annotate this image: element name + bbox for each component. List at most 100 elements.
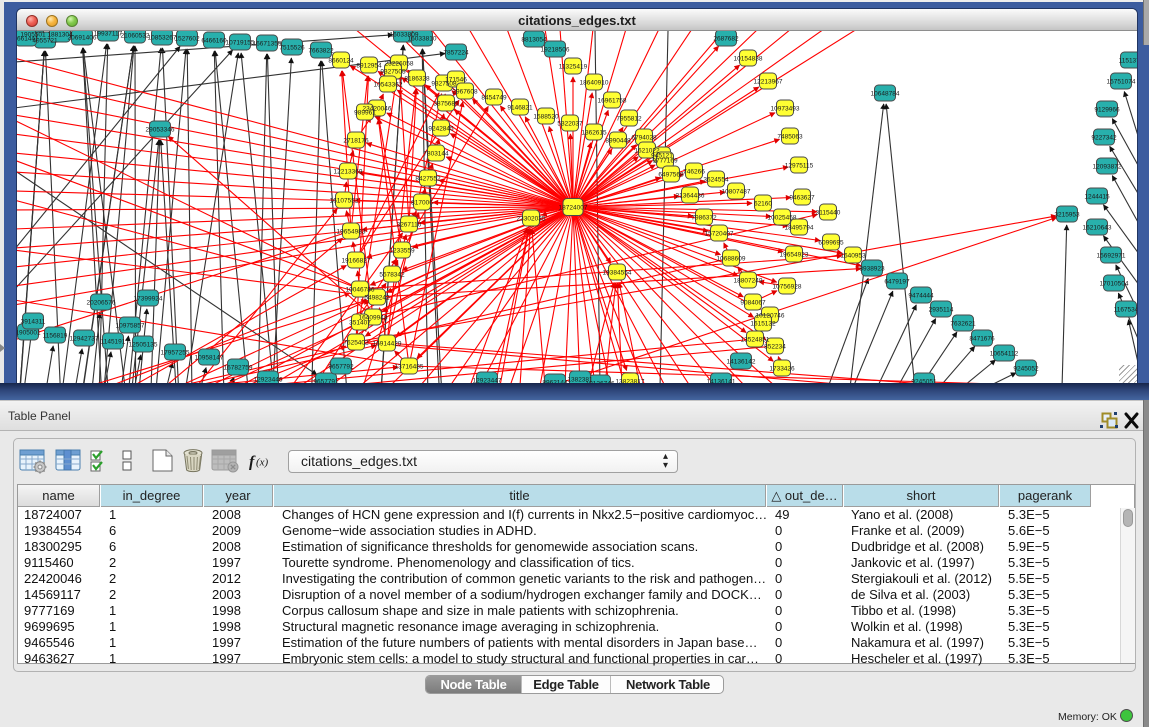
svg-text:16782759: 16782759 [224, 365, 253, 372]
svg-text:1151374: 1151374 [1119, 58, 1137, 65]
svg-text:f: f [249, 454, 256, 471]
svg-text:171546: 171546 [445, 77, 467, 84]
svg-text:8471676: 8471676 [969, 336, 995, 343]
svg-text:8186328: 8186328 [404, 76, 430, 83]
svg-text:29053346: 29053346 [146, 127, 175, 134]
svg-text:5322037: 5322037 [557, 121, 583, 128]
svg-text:18724007: 18724007 [559, 205, 588, 212]
svg-text:21364436: 21364436 [676, 193, 705, 200]
svg-text:6497568: 6497568 [658, 172, 684, 179]
svg-text:12942737: 12942737 [70, 336, 99, 343]
svg-text:15751074: 15751074 [1107, 79, 1136, 86]
svg-text:12213967: 12213967 [754, 79, 783, 86]
svg-text:3267110: 3267110 [397, 222, 422, 229]
svg-text:10654112: 10654112 [990, 351, 1019, 358]
svg-text:3215953: 3215953 [1054, 212, 1080, 219]
svg-text:7986372: 7986372 [691, 215, 717, 222]
svg-text:10975857: 10975857 [116, 323, 145, 330]
svg-text:12975115: 12975115 [785, 163, 814, 170]
svg-text:11325419: 11325419 [559, 64, 588, 71]
svg-text:2967608: 2967608 [452, 89, 478, 96]
svg-text:10807487: 10807487 [722, 189, 751, 196]
svg-text:852234: 852234 [764, 344, 786, 351]
svg-text:21060532: 21060532 [121, 33, 150, 40]
svg-text:15720407: 15720407 [705, 231, 734, 238]
svg-text:1615132: 1615132 [750, 321, 776, 328]
svg-text:1233559: 1233559 [389, 248, 415, 255]
svg-text:817006: 817006 [411, 200, 433, 207]
svg-text:17010504: 17010504 [1100, 281, 1129, 288]
svg-text:8660124: 8660124 [328, 58, 354, 65]
svg-text:19218506: 19218506 [541, 47, 570, 54]
svg-text:62160: 62160 [754, 201, 772, 208]
svg-text:19937117: 19937117 [94, 31, 123, 38]
svg-text:7625402: 7625402 [343, 340, 369, 347]
svg-text:7955812: 7955812 [616, 116, 642, 123]
svg-text:5578342: 5578342 [379, 272, 405, 279]
svg-text:(x): (x) [256, 457, 269, 469]
svg-text:12213369: 12213369 [334, 169, 363, 176]
svg-text:10025458: 10025458 [768, 215, 797, 222]
svg-text:1362615: 1362615 [581, 130, 607, 137]
svg-text:6466160: 6466160 [201, 38, 227, 45]
svg-text:17957255: 17957255 [161, 350, 190, 357]
svg-text:7485063: 7485063 [777, 134, 803, 141]
svg-text:20206576: 20206576 [87, 300, 116, 307]
svg-text:19654923: 19654923 [780, 252, 809, 259]
svg-text:10046786: 10046786 [346, 287, 375, 294]
svg-text:10973493: 10973493 [771, 106, 800, 113]
svg-text:19384554: 19384554 [603, 270, 632, 277]
svg-text:2661441: 2661441 [17, 36, 39, 43]
svg-text:7515526: 7515526 [279, 45, 305, 52]
svg-text:16033810: 16033810 [408, 36, 437, 43]
svg-text:18807249: 18807249 [734, 278, 763, 285]
svg-text:10543362: 10543362 [374, 82, 403, 89]
svg-text:23302035: 23302035 [517, 216, 546, 223]
svg-text:10958147: 10958147 [195, 355, 224, 362]
svg-text:9227342: 9227342 [1091, 135, 1117, 142]
svg-text:1167534: 1167534 [1114, 307, 1137, 314]
svg-text:9129966: 9129966 [1094, 107, 1120, 114]
svg-text:14136142: 14136142 [727, 359, 756, 366]
svg-text:746266: 746266 [683, 169, 705, 176]
svg-text:17399924: 17399924 [134, 296, 163, 303]
svg-text:1733426: 1733426 [769, 366, 795, 373]
svg-text:16107552: 16107552 [330, 198, 359, 205]
svg-text:1145191: 1145191 [101, 339, 126, 346]
svg-text:7663822: 7663822 [308, 48, 334, 55]
svg-text:8938923: 8938923 [859, 266, 885, 273]
svg-text:23226058: 23226058 [385, 61, 414, 68]
svg-text:2718176: 2718176 [343, 138, 369, 145]
svg-text:7632621: 7632621 [950, 321, 976, 328]
svg-text:9327505: 9327505 [380, 69, 406, 76]
svg-text:19654983: 19654983 [337, 229, 366, 236]
svg-text:16671355: 16671355 [253, 41, 282, 48]
svg-text:8454749: 8454749 [481, 95, 507, 102]
svg-text:9777169: 9777169 [652, 158, 678, 165]
svg-text:15692971: 15692971 [1097, 253, 1126, 260]
svg-text:8990448: 8990448 [605, 138, 631, 145]
svg-text:19166827: 19166827 [342, 258, 371, 265]
svg-text:20691406: 20691406 [68, 35, 97, 42]
svg-text:1156819: 1156819 [43, 333, 68, 340]
svg-text:9242845: 9242845 [428, 126, 454, 133]
svg-text:3624554: 3624554 [703, 177, 729, 184]
svg-text:13524851: 13524851 [741, 337, 770, 344]
svg-text:16914429: 16914429 [373, 341, 402, 348]
svg-text:9084067: 9084067 [740, 300, 766, 307]
svg-text:6479197: 6479197 [884, 279, 910, 286]
svg-text:1640953: 1640953 [840, 253, 866, 260]
svg-text:5498242: 5498242 [364, 295, 390, 302]
svg-text:9657792: 9657792 [328, 364, 354, 371]
svg-text:9245052: 9245052 [1013, 366, 1039, 373]
svg-text:12505135: 12505135 [129, 342, 158, 349]
svg-text:18495794: 18495794 [785, 225, 814, 232]
svg-text:6099695: 6099695 [818, 240, 844, 247]
svg-text:2935114: 2935114 [929, 307, 954, 314]
svg-text:8427552: 8427552 [415, 176, 441, 183]
svg-text:12093872: 12093872 [1093, 164, 1122, 171]
svg-text:10756928: 10756928 [773, 284, 802, 291]
svg-text:3914311: 3914311 [21, 319, 46, 326]
svg-text:18640910: 18640910 [580, 80, 609, 87]
svg-text:10648784: 10648784 [871, 91, 900, 98]
